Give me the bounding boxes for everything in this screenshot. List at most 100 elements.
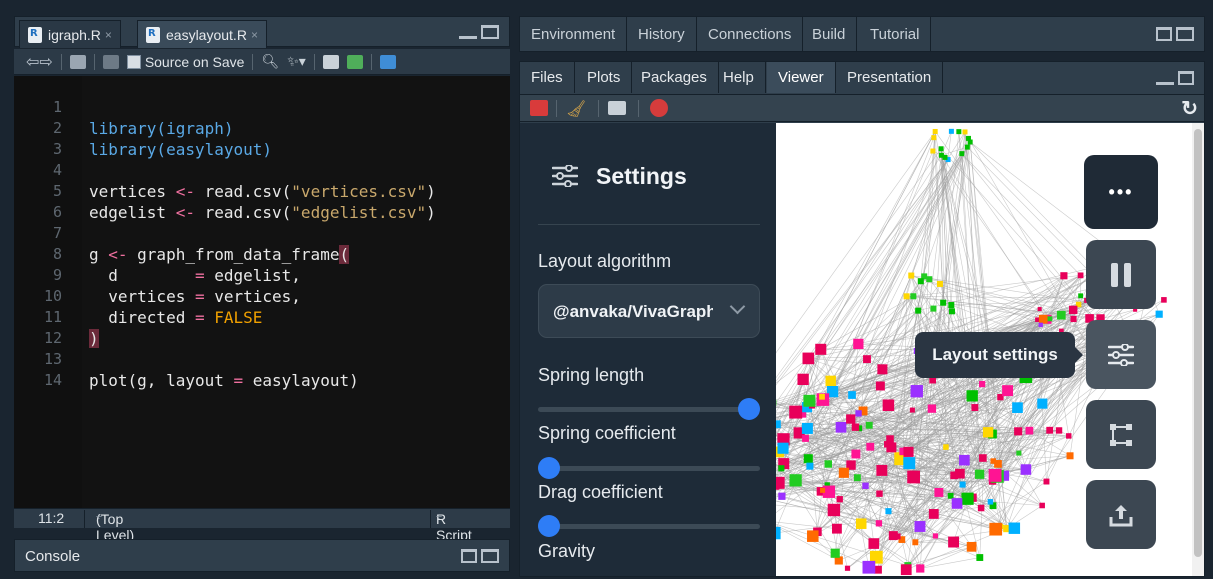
- tab-packages[interactable]: Packages: [630, 62, 719, 93]
- graph-node: [926, 276, 933, 283]
- console-pane-header[interactable]: Console: [14, 539, 510, 572]
- graph-node: [1055, 427, 1063, 434]
- graph-node: [824, 460, 832, 468]
- graph-node: [959, 481, 966, 488]
- code-token: easylayout): [243, 371, 359, 390]
- code-editor[interactable]: 1 library(igraph) 2 library(easylayout) …: [14, 76, 510, 508]
- tab-igraph[interactable]: igraph.R ×: [19, 20, 121, 48]
- editor-tabbar: igraph.R × easylayout.R ×: [14, 16, 510, 48]
- tab-presentation[interactable]: Presentation: [836, 62, 944, 93]
- tab-plots[interactable]: Plots: [576, 62, 633, 93]
- back-forward-icon[interactable]: ⇦⇨: [26, 52, 53, 72]
- graph-node: [885, 508, 892, 515]
- minimize-icon[interactable]: [459, 25, 477, 39]
- search-icon[interactable]: 🔍︎: [261, 53, 279, 70]
- separator: [93, 53, 95, 70]
- tab-environment[interactable]: Environment: [520, 17, 628, 51]
- graph-edge: [776, 473, 874, 544]
- maximize-icon[interactable]: [481, 25, 499, 39]
- graph-edge: [967, 146, 1093, 275]
- slider-handle[interactable]: [538, 457, 560, 479]
- tab-tutorial[interactable]: Tutorial: [859, 17, 932, 51]
- stop-icon[interactable]: [650, 99, 668, 117]
- graph-node: [948, 308, 955, 315]
- tab-easylayout[interactable]: easylayout.R ×: [137, 20, 267, 48]
- restore-icon[interactable]: [1156, 27, 1172, 41]
- fit-graph-button[interactable]: [1086, 400, 1156, 469]
- clear-viewer-icon[interactable]: [530, 100, 548, 116]
- code-line: 13 plot(g, layout = easylayout): [14, 328, 510, 390]
- layout-settings-button[interactable]: [1086, 320, 1156, 389]
- maximize-icon[interactable]: [1176, 27, 1194, 41]
- graph-node: [807, 530, 819, 542]
- graph-node: [943, 444, 949, 450]
- compile-report-icon[interactable]: [322, 54, 339, 69]
- checkbox-icon[interactable]: [126, 54, 141, 69]
- refresh-icon[interactable]: ↻: [1181, 96, 1198, 121]
- source-on-save-label: Source on Save: [144, 53, 245, 70]
- graph-node: [835, 421, 847, 433]
- tab-history[interactable]: History: [627, 17, 697, 51]
- editor-statusbar: 11:2 (Top Level) ÷ R Script ÷: [14, 508, 510, 543]
- tab-files[interactable]: Files: [520, 62, 575, 93]
- drag-coefficient-label: Drag coefficient: [538, 482, 663, 502]
- maximize-icon[interactable]: [481, 549, 499, 563]
- close-icon[interactable]: ×: [251, 28, 258, 42]
- tab-viewer[interactable]: Viewer: [767, 62, 836, 93]
- magic-wand-icon[interactable]: ✨︎▾: [287, 53, 306, 70]
- graph-node: [876, 464, 888, 476]
- slider-handle[interactable]: [538, 515, 560, 537]
- viewer-toolbar: 🧹︎ ↻: [520, 94, 1204, 122]
- tab-build[interactable]: Build: [801, 17, 858, 51]
- graph-node: [1046, 426, 1054, 434]
- graph-node: [964, 144, 970, 150]
- re-run-icon[interactable]: [379, 54, 396, 69]
- spring-length-slider[interactable]: [538, 398, 760, 420]
- drag-coefficient-slider[interactable]: [538, 515, 760, 537]
- pause-layout-button[interactable]: [1086, 240, 1156, 309]
- layout-settings-tooltip: Layout settings: [915, 332, 1083, 378]
- sliders-icon: [1108, 343, 1134, 366]
- graph-node: [961, 492, 974, 505]
- graph-node: [1020, 464, 1032, 475]
- show-in-window-icon[interactable]: [608, 101, 626, 115]
- graph-node: [910, 470, 916, 476]
- graph-node: [930, 305, 937, 312]
- broom-icon[interactable]: 🧹︎: [566, 99, 586, 119]
- graph-node: [1016, 450, 1022, 456]
- console-label: Console: [25, 548, 81, 565]
- restore-icon[interactable]: [461, 549, 477, 563]
- source-on-save-toggle[interactable]: Source on Save: [126, 53, 245, 70]
- graph-node: [851, 449, 861, 459]
- graph-node: [940, 299, 947, 306]
- spring-coefficient-label: Spring coefficient: [538, 423, 676, 443]
- layout-algorithm-select[interactable]: @anvaka/VivaGraphJS: [538, 284, 760, 338]
- restore-icon[interactable]: [1178, 71, 1194, 85]
- graph-node: [962, 129, 968, 135]
- spring-coefficient-slider[interactable]: [538, 457, 760, 479]
- separator: [638, 100, 639, 117]
- graph-node: [987, 499, 994, 505]
- viewer-scrollbar[interactable]: [1192, 123, 1204, 576]
- graph-node: [1037, 398, 1048, 409]
- graph-node: [836, 496, 843, 503]
- close-icon[interactable]: ×: [105, 28, 112, 42]
- slider-handle[interactable]: [738, 398, 760, 420]
- code-line: 7 g <- graph_from_data_frame(: [14, 202, 510, 264]
- graph-node: [1002, 385, 1014, 397]
- graph-node: [820, 487, 826, 493]
- graph-node: [910, 385, 923, 398]
- tab-help[interactable]: Help: [712, 62, 766, 93]
- scroll-thumb[interactable]: [1194, 129, 1202, 557]
- graph-node: [956, 129, 962, 135]
- graph-node: [863, 355, 871, 364]
- minimize-icon[interactable]: [1156, 71, 1174, 85]
- more-options-button[interactable]: •••: [1084, 155, 1158, 229]
- tab-connections[interactable]: Connections: [697, 17, 804, 51]
- graph-node: [966, 390, 978, 402]
- export-button[interactable]: [1086, 480, 1156, 549]
- run-icon[interactable]: [346, 54, 363, 69]
- graph-node: [1025, 426, 1034, 435]
- show-in-window-icon[interactable]: [69, 54, 86, 69]
- save-icon[interactable]: [102, 54, 119, 69]
